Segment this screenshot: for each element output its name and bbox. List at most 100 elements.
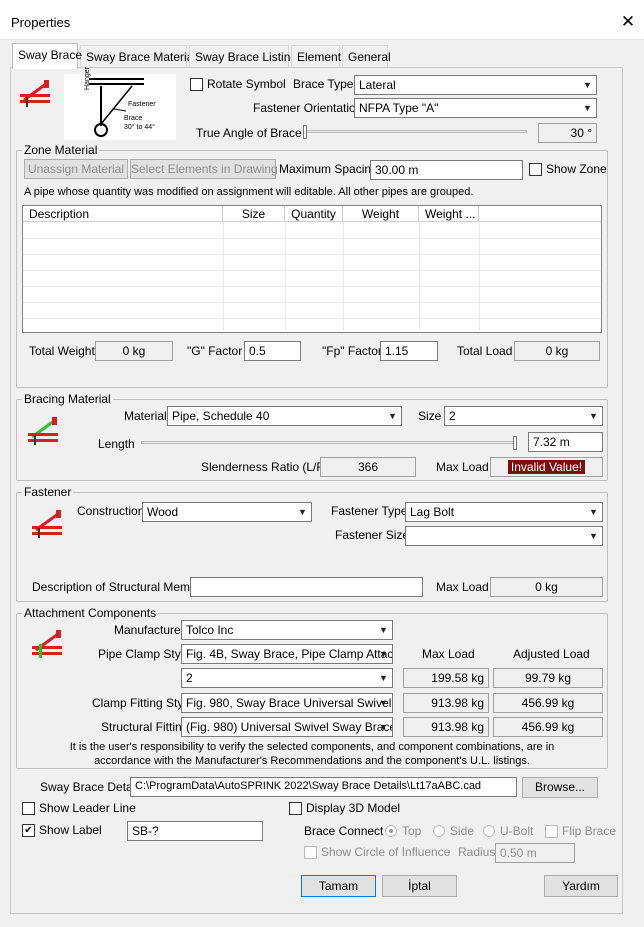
manufacturer-value: Tolco Inc [186, 623, 234, 637]
fastener-type-select[interactable]: Lag Bolt ▼ [405, 502, 603, 522]
length-input[interactable]: 7.32 m [528, 432, 603, 452]
bracing-material-title: Bracing Material [22, 392, 113, 406]
tab-sway-brace-material[interactable]: Sway Brace Material [80, 45, 196, 67]
show-leader-line-label: Show Leader Line [39, 801, 136, 815]
size-select[interactable]: 2 ▼ [444, 406, 603, 426]
slenderness-label: Slenderness Ratio (L/R) [201, 460, 330, 474]
ok-button[interactable]: Tamam [301, 875, 376, 897]
g-factor-label: "G" Factor [187, 344, 243, 358]
fastener-title: Fastener [22, 485, 74, 499]
table-row [23, 302, 601, 303]
construction-label: Construction [77, 504, 145, 518]
radio-ubolt[interactable] [483, 825, 495, 837]
material-value: Pipe, Schedule 40 [172, 409, 270, 423]
material-select[interactable]: Pipe, Schedule 40 ▼ [167, 406, 402, 426]
structural-fitting-select[interactable]: (Fig. 980) Universal Swivel Sway Brace A… [181, 717, 393, 737]
column-header-quantity[interactable]: Quantity [285, 206, 343, 222]
pipe-clamp-size-select[interactable]: 2 ▼ [181, 668, 393, 688]
fastener-type-label: Fastener Type [331, 504, 408, 518]
pipe-clamp-size-value: 2 [186, 671, 193, 685]
fastener-max-load-label: Max Load [436, 580, 489, 594]
display-3d-model-checkbox[interactable] [289, 802, 302, 815]
sway-brace-detail-path[interactable]: C:\ProgramData\AutoSPRINK 2022\Sway Brac… [130, 777, 517, 797]
pipe-clamp-select[interactable]: Fig. 4B, Sway Brace, Pipe Clamp Attachm ▼ [181, 644, 393, 664]
rotate-symbol-label: Rotate Symbol [207, 77, 286, 91]
brace-type-select[interactable]: Lateral ▼ [354, 75, 597, 95]
label-input[interactable]: SB-? [127, 821, 263, 841]
chevron-down-icon: ▼ [388, 411, 397, 421]
chevron-down-icon: ▼ [589, 507, 598, 517]
cancel-button[interactable]: İptal [382, 875, 457, 897]
diagram-angle-label: 30° to 44° [124, 124, 155, 131]
length-slider[interactable] [141, 441, 516, 444]
structural-member-input[interactable] [190, 577, 423, 597]
column-header-size[interactable]: Size [223, 206, 285, 222]
column-header-weight-ext[interactable]: Weight ... [419, 206, 479, 222]
browse-button[interactable]: Browse... [522, 777, 598, 798]
column-header-weight[interactable]: Weight [343, 206, 419, 222]
close-icon[interactable]: ✕ [618, 12, 638, 32]
structural-fitting-label: Structural Fitting [101, 720, 189, 734]
column-header-description[interactable]: Description [23, 206, 223, 222]
material-label: Material [124, 409, 167, 423]
window-title: Properties [11, 15, 71, 30]
max-spacing-input[interactable]: 30.00 m [370, 160, 523, 180]
tab-general[interactable]: General [342, 45, 391, 67]
tab-element[interactable]: Element [291, 45, 341, 67]
clamp-fitting-value: Fig. 980, Sway Brace Universal Swivel, F [186, 696, 393, 710]
bracing-max-load-box: Invalid Value! [490, 457, 603, 477]
rotate-symbol-checkbox[interactable] [190, 78, 203, 91]
fastener-size-select[interactable]: ▼ [405, 526, 603, 546]
table-row [23, 238, 601, 239]
clamp-fitting-adjusted-load: 456.99 kg [493, 693, 603, 713]
manufacturer-select[interactable]: Tolco Inc ▼ [181, 620, 393, 640]
fp-factor-label: "Fp" Factor [322, 344, 382, 358]
bracing-max-load-label: Max Load [436, 460, 489, 474]
radio-ubolt-label: U-Bolt [500, 824, 534, 838]
flip-brace-checkbox[interactable] [545, 825, 558, 838]
size-value: 2 [449, 409, 456, 423]
attachment-icon [32, 630, 62, 658]
fastener-type-value: Lag Bolt [410, 505, 455, 519]
radio-top-label: Top [402, 824, 422, 838]
show-label-checkbox[interactable]: ✔ [22, 824, 35, 837]
show-leader-line-checkbox[interactable] [22, 802, 35, 815]
select-elements-button[interactable]: Select Elements in Drawing [130, 159, 278, 179]
sway-brace-icon [20, 80, 50, 107]
structural-fitting-value: (Fig. 980) Universal Swivel Sway Brace A [186, 720, 393, 734]
help-button[interactable]: Yardım [544, 875, 618, 897]
fastener-orientation-select[interactable]: NFPA Type "A" ▼ [354, 98, 597, 118]
length-slider-thumb[interactable] [513, 436, 517, 450]
size-label: Size [418, 409, 442, 423]
structural-member-label: Description of Structural Member [32, 580, 208, 594]
radio-side[interactable] [433, 825, 445, 837]
true-angle-slider-thumb[interactable] [303, 125, 307, 139]
invalid-value-badge: Invalid Value! [507, 460, 586, 474]
slenderness-value: 366 [320, 457, 416, 477]
show-circle-checkbox[interactable] [304, 846, 317, 859]
show-zone-checkbox[interactable] [529, 163, 542, 176]
g-factor-input[interactable]: 0.5 [244, 341, 301, 361]
radio-top[interactable] [385, 825, 397, 837]
radius-input[interactable]: 0.50 m [495, 843, 575, 863]
chevron-down-icon: ▼ [379, 649, 388, 659]
construction-select[interactable]: Wood ▼ [142, 502, 312, 522]
chevron-down-icon: ▼ [298, 507, 307, 517]
tab-sway-brace[interactable]: Sway Brace [12, 43, 82, 69]
table-row [23, 254, 601, 255]
unassign-material-button[interactable]: Unassign Material [24, 159, 128, 179]
tab-sway-brace-listing[interactable]: Sway Brace Listing [189, 45, 297, 67]
chevron-down-icon: ▼ [379, 722, 388, 732]
zone-material-table[interactable]: Description Size Quantity Weight Weight … [22, 205, 602, 333]
radio-side-label: Side [450, 824, 475, 838]
total-load-value: 0 kg [514, 341, 600, 361]
fp-factor-input[interactable]: 1.15 [380, 341, 438, 361]
true-angle-label: True Angle of Brace [196, 126, 302, 140]
chevron-down-icon: ▼ [379, 698, 388, 708]
column-header-filler [479, 206, 601, 222]
clamp-fitting-select[interactable]: Fig. 980, Sway Brace Universal Swivel, F… [181, 693, 393, 713]
pipe-clamp-max-load: 199.58 kg [403, 668, 489, 688]
chevron-down-icon: ▼ [379, 625, 388, 635]
true-angle-slider[interactable] [305, 130, 527, 133]
table-column-line [285, 222, 286, 330]
